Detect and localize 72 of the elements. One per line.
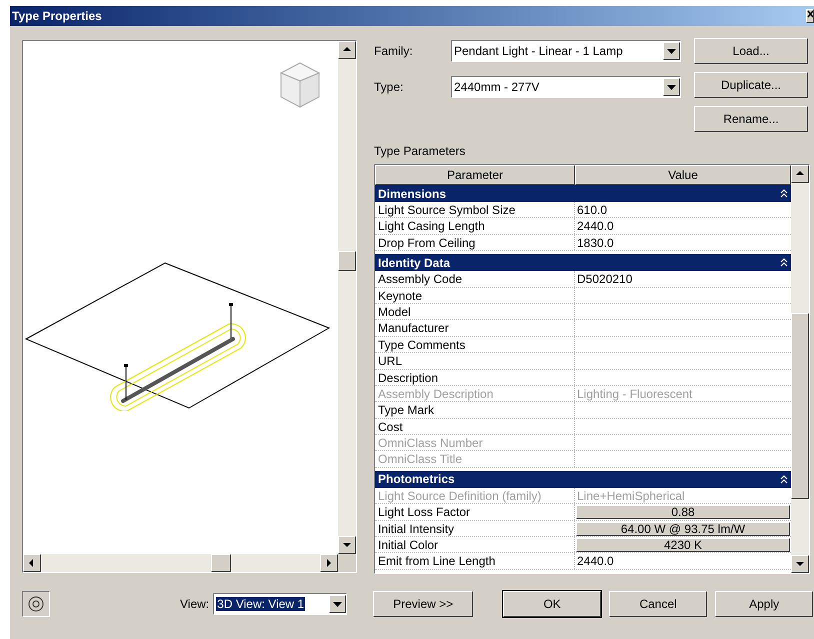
parameter-cell: Manufacturer [375, 320, 575, 336]
value-cell-text: 610.0 [576, 202, 608, 218]
parameter-cell: Type Comments [375, 336, 575, 352]
value-cell-text: 1830.0 [576, 234, 615, 250]
parameter-cell: Initial Color [375, 537, 575, 552]
scrollbar-corner [338, 554, 356, 572]
scroll-thumb[interactable] [791, 313, 809, 499]
type-dropdown[interactable]: 2440mm - 277V [451, 76, 681, 98]
vertical-scrollbar[interactable] [338, 41, 356, 554]
parameter-cell: Light Loss Factor [375, 504, 575, 520]
view-dropdown[interactable]: 3D View: View 1 [213, 593, 348, 615]
dialog-button[interactable]: Cancel [609, 591, 708, 617]
dialog-button[interactable]: Rename... [694, 106, 808, 132]
parameter-cell: OmniClass Number [375, 435, 575, 450]
group-header[interactable]: Identity Data [375, 254, 791, 272]
value-cell-text: 2440.0 [576, 218, 615, 234]
value-cell-text: Line+HemiSpherical [576, 488, 686, 504]
parameter-cell: OmniClass Title [375, 451, 575, 467]
field-label: Type: [374, 79, 404, 96]
collapse-icon[interactable] [780, 189, 788, 198]
value-cell-text: 2440.0 [576, 553, 615, 569]
family-dropdown[interactable]: Pendant Light - Linear - 1 Lamp [451, 40, 681, 62]
scroll-down-button[interactable] [791, 555, 809, 573]
value-button[interactable]: 64.00 W @ 93.75 lm/W [576, 522, 790, 536]
column-header[interactable]: Parameter [375, 165, 575, 185]
parameter-cell: Initial Intensity [375, 520, 575, 536]
dialog-button[interactable]: Apply [715, 591, 814, 617]
scroll-down-button[interactable] [338, 536, 356, 554]
dialog-button[interactable]: Preview >> [373, 591, 474, 617]
value-button[interactable]: 4230 K [576, 538, 790, 552]
dropdown-arrow-icon [667, 84, 676, 90]
dropdown-arrow-icon [667, 48, 676, 54]
parameter-cell: Assembly Code [375, 271, 575, 287]
parameter-cell: Keynote [375, 288, 575, 303]
dialog-button[interactable]: Duplicate... [694, 72, 808, 98]
close-button[interactable] [806, 9, 814, 23]
scroll-up-button[interactable] [338, 41, 356, 59]
scroll-thumb[interactable] [338, 251, 356, 271]
parameter-cell: Assembly Description [375, 386, 575, 402]
field-label: Family: [374, 43, 414, 60]
section-title: Type Parameters [374, 143, 466, 160]
parameter-cell: Drop From Ceiling [375, 234, 575, 250]
collapse-icon[interactable] [780, 474, 788, 484]
window-title: Type Properties [12, 8, 102, 25]
parameter-cell: Cost [375, 418, 575, 434]
view-toggle-button[interactable] [22, 591, 50, 617]
scroll-thumb[interactable] [211, 554, 231, 572]
scroll-right-button[interactable] [320, 554, 338, 572]
parameter-cell: Description [375, 370, 575, 385]
dialog-button[interactable]: Load... [694, 38, 808, 64]
close-icon [807, 10, 813, 18]
scroll-left-button[interactable] [23, 554, 41, 572]
parameter-cell: Emit from Line Length [375, 553, 575, 569]
dialog-button[interactable]: OK [503, 591, 602, 617]
parameter-cell: Light Source Definition (family) [375, 488, 575, 504]
field-label: View: [180, 596, 210, 613]
group-header[interactable]: Dimensions [375, 185, 791, 202]
parameter-cell: Type Mark [375, 402, 575, 418]
parameter-cell: Light Source Symbol Size [375, 202, 575, 218]
vertical-scrollbar[interactable] [791, 165, 809, 573]
group-header[interactable]: Photometrics [375, 470, 791, 488]
parameter-cell: URL [375, 353, 575, 369]
value-button[interactable]: 0.88 [576, 505, 790, 520]
scroll-up-button[interactable] [791, 165, 809, 183]
collapse-icon[interactable] [780, 258, 788, 268]
horizontal-scrollbar[interactable] [23, 554, 338, 572]
parameter-cell: Model [375, 304, 575, 320]
value-cell-text: D5020210 [576, 271, 634, 287]
value-cell-text: Lighting - Fluorescent [576, 386, 694, 402]
column-header[interactable]: Value [575, 165, 791, 185]
dropdown-arrow-icon [333, 602, 342, 606]
parameter-cell: Light Casing Length [375, 218, 575, 234]
